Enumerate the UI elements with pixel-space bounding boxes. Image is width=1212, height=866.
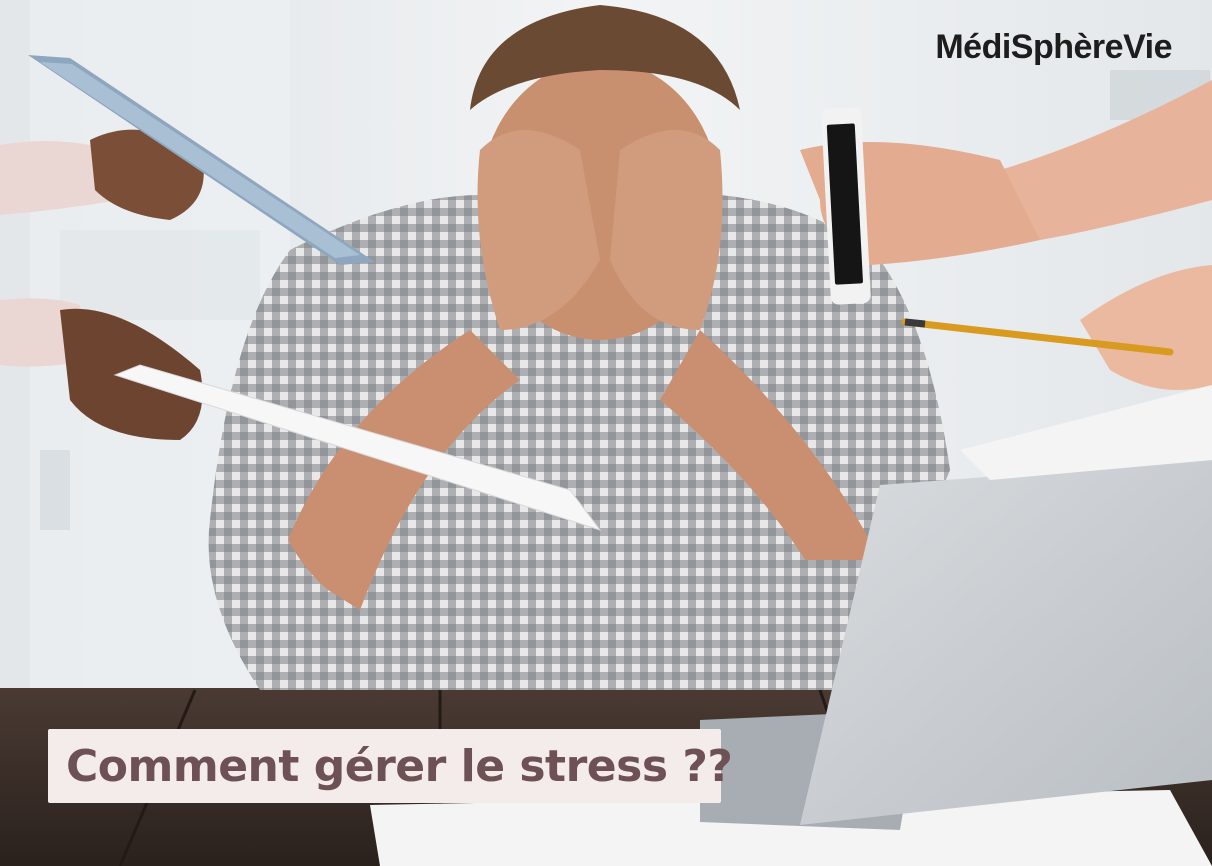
brand-logo: MédiSphèreVie [935, 28, 1172, 66]
caption-title: Comment gérer le stress ?? [66, 740, 733, 792]
caption-banner: Comment gérer le stress ?? [48, 729, 733, 803]
